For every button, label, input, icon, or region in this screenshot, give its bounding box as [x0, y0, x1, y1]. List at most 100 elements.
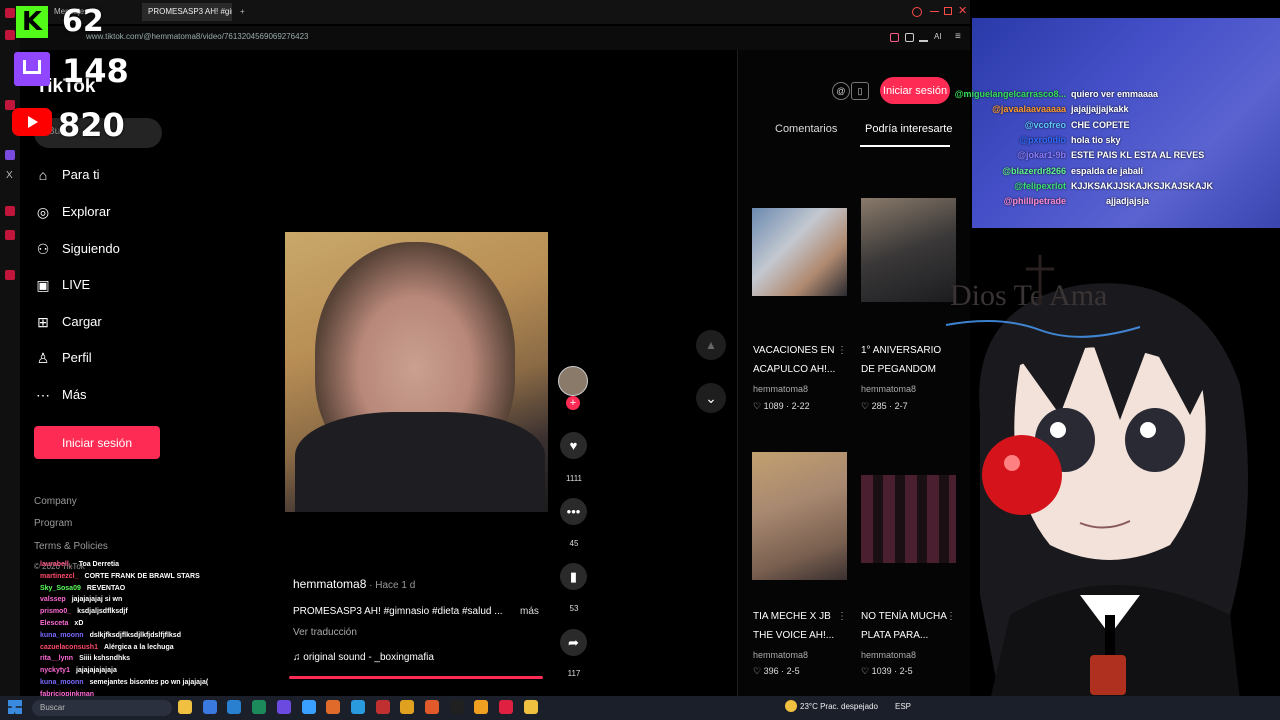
avatar-right-eye — [1125, 408, 1185, 472]
new-tab-button[interactable]: + — [234, 3, 250, 21]
taskbar-app-icon[interactable] — [425, 700, 439, 714]
tab-suggested[interactable]: Podría interesarte — [865, 123, 952, 135]
video-stats: ♡ 285 · 2-7 — [861, 401, 908, 411]
tab-comments[interactable]: Comentarios — [775, 123, 837, 135]
nav-live[interactable]: ▣ LIVE — [34, 273, 184, 297]
chat-line: nyckyty1 jajajajajajaja — [40, 667, 117, 674]
browser-sidebar: X — [0, 0, 20, 700]
footer-company[interactable]: Company — [34, 496, 77, 507]
x-icon[interactable]: X — [6, 170, 13, 181]
extension-icon[interactable] — [890, 33, 899, 42]
browser-tab-tiktok[interactable]: PROMESASP3 AH! #gimnasio — [142, 3, 232, 21]
video-player[interactable] — [285, 232, 548, 512]
caption-more-button[interactable]: más — [520, 606, 539, 617]
chat-message: Siiii kshsndhks — [79, 655, 131, 663]
app-icon[interactable] — [5, 270, 15, 280]
taskbar-app-icon[interactable] — [499, 700, 514, 714]
ai-button[interactable]: AI — [934, 32, 942, 41]
taskbar-app-icon[interactable] — [276, 700, 291, 714]
taskbar-app-icon[interactable] — [523, 700, 538, 714]
chat-message: semejantes bisontes po wn jajajaja( — [89, 679, 209, 686]
taskbar-app-icon[interactable] — [400, 700, 415, 714]
weather-icon — [785, 700, 797, 712]
taskbar-app-icon[interactable] — [375, 700, 390, 714]
sound-link[interactable]: ♫ original sound - _boxingmafia — [293, 652, 434, 663]
device-icon[interactable]: ▯ — [851, 82, 869, 100]
lock-icon[interactable] — [905, 33, 914, 42]
nav-more[interactable]: ⋯ Más — [34, 383, 184, 407]
nav-upload[interactable]: ⊞ Cargar — [34, 310, 184, 334]
save-button[interactable]: ▮ — [560, 563, 587, 590]
avatar-clown-nose — [982, 435, 1062, 515]
app-icon[interactable] — [5, 206, 15, 216]
video-title[interactable]: NO TENÍA MUCHA PLATA PARA... — [861, 607, 947, 645]
taskbar-app-icon[interactable] — [350, 700, 365, 714]
menu-icon[interactable]: ≡ — [955, 31, 961, 42]
chat-message: xD — [74, 620, 84, 627]
app-icon[interactable] — [5, 230, 15, 240]
youtube-viewer-count: 820 — [58, 106, 125, 144]
download-icon[interactable] — [919, 33, 928, 42]
login-button-top[interactable]: Iniciar sesión — [880, 77, 950, 104]
taskbar-search[interactable]: Buscar — [32, 700, 172, 716]
video-progress-bar[interactable] — [289, 676, 543, 679]
maximize-icon[interactable] — [944, 7, 952, 15]
video-author[interactable]: hemmatoma8 — [861, 650, 916, 660]
taskbar-app-icon[interactable] — [227, 700, 242, 714]
video-title[interactable]: TIA MECHE X JB THE VOICE AH!... — [753, 607, 834, 645]
footer-program[interactable]: Program — [34, 518, 72, 529]
nav-for-you[interactable]: ⌂ Para ti — [34, 163, 184, 187]
taskbar-app-icon[interactable] — [178, 700, 192, 714]
taskbar-app-icon[interactable] — [202, 700, 217, 714]
url-field[interactable]: www.tiktok.com/@hemmatoma8/video/7613204… — [86, 32, 308, 41]
author-avatar[interactable] — [558, 366, 588, 396]
chevron-down-icon[interactable]: ⌄ — [696, 383, 726, 413]
app-icon[interactable] — [5, 8, 15, 18]
chat-username: @blazerdr8266 — [1002, 165, 1066, 176]
options-icon[interactable]: ⋮ — [837, 607, 847, 626]
video-title[interactable]: VACACIONES EN ACAPULCO AH!... — [753, 341, 835, 379]
video-author[interactable]: hemmatoma8 — [753, 650, 808, 660]
language-indicator[interactable]: ESP — [895, 702, 911, 711]
video-author[interactable]: hemmatoma8 — [753, 384, 808, 394]
chat-line: martinezcl_ CORTE FRANK DE BRAWL STARS — [40, 573, 200, 580]
options-icon[interactable]: ⋮ — [837, 341, 847, 360]
close-icon[interactable]: ✕ — [958, 4, 967, 17]
minimize-icon[interactable] — [930, 11, 939, 12]
chat-username: @jokar1-9b — [1017, 150, 1066, 161]
video-title[interactable]: 1° ANIVERSARIO DE PEGANDOM — [861, 341, 941, 379]
app-icon[interactable] — [5, 30, 15, 40]
app-icon[interactable] — [5, 100, 15, 110]
video-thumbnail[interactable] — [752, 208, 847, 296]
chat-username: prismo0_ — [40, 608, 72, 616]
nav-explore[interactable]: ◎ Explorar — [34, 200, 184, 224]
share-button[interactable]: ➦ — [560, 629, 587, 656]
nav-profile[interactable]: ♙ Perfil — [34, 346, 184, 370]
taskbar-search-label: Buscar — [40, 703, 65, 712]
chevron-up-icon[interactable]: ▲ — [696, 330, 726, 360]
video-thumbnail[interactable] — [752, 452, 847, 580]
nav-label: Siguiendo — [62, 241, 120, 256]
follow-plus-icon[interactable]: + — [566, 396, 580, 410]
login-button[interactable]: Iniciar sesión — [34, 426, 160, 459]
taskbar-app-icon[interactable] — [301, 700, 316, 714]
taskbar-app-icon[interactable] — [449, 700, 464, 714]
comment-button[interactable]: ••• — [560, 498, 587, 525]
coin-icon[interactable]: @ — [832, 82, 850, 100]
taskbar-app-icon[interactable] — [252, 700, 267, 714]
video-author[interactable]: hemmatoma8 · Hace 1 d — [293, 577, 415, 591]
nav-following[interactable]: ⚇ Siguiendo — [34, 237, 184, 261]
taskbar-app-icon[interactable] — [326, 700, 341, 714]
footer-terms[interactable]: Terms & Policies — [34, 541, 108, 552]
translate-link[interactable]: Ver traducción — [293, 627, 357, 638]
like-button[interactable]: ♥ — [560, 432, 587, 459]
notification-icon[interactable] — [912, 7, 922, 17]
author-name[interactable]: hemmatoma8 — [293, 577, 366, 591]
weather-text: 23°C Prac. despejado — [800, 702, 878, 711]
chat-message: ksdjaljsdflksdjf — [77, 608, 128, 616]
video-author[interactable]: hemmatoma8 — [861, 384, 916, 394]
chat-username: rita__lynn — [40, 655, 74, 663]
nav-label: LIVE — [62, 277, 91, 292]
taskbar-app-icon[interactable] — [474, 700, 489, 714]
twitch-icon[interactable] — [5, 150, 15, 160]
